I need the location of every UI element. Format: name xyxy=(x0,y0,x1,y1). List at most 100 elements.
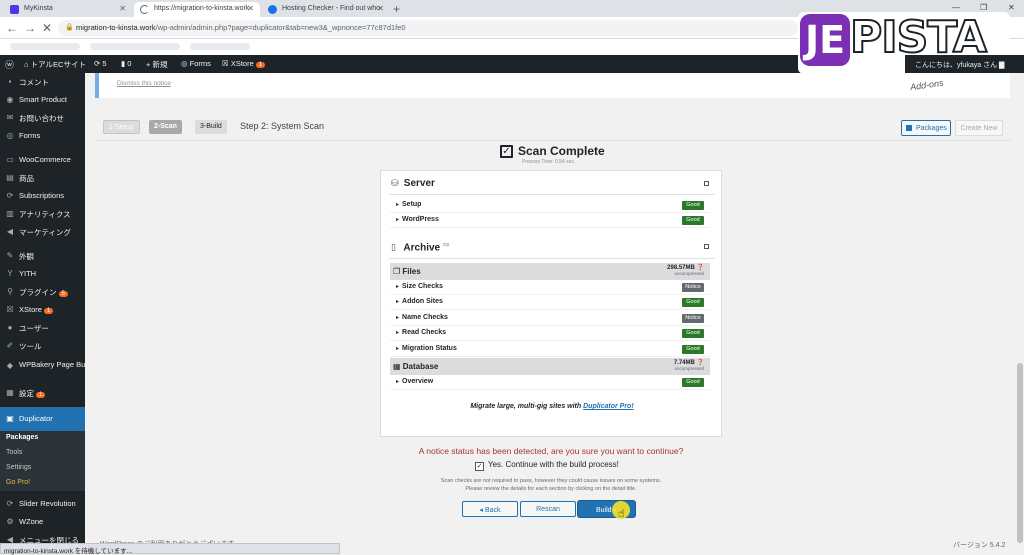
url-field[interactable]: 🔒 migration-to-kinsta.work/wp-admin/admi… xyxy=(58,20,798,36)
scan-row-overview[interactable]: Overview Good xyxy=(390,375,710,390)
sidebar-item-label: Smart Product xyxy=(19,95,67,104)
scan-row-addon-sites[interactable]: Addon Sites Good xyxy=(390,295,710,310)
submenu-tools[interactable]: Tools xyxy=(6,449,22,456)
wordpress-logo-icon[interactable]: ⓦ xyxy=(5,58,14,71)
bookmark-item[interactable] xyxy=(90,43,180,50)
packages-label: Packages xyxy=(916,125,947,132)
sidebar-item-tools[interactable]: ✐ ツール xyxy=(0,337,85,355)
new-content-link[interactable]: + 新規 xyxy=(146,59,167,70)
updates-link[interactable]: ⟳ 5 xyxy=(94,59,107,68)
bookmark-item[interactable] xyxy=(190,43,250,50)
back-arrow-icon[interactable]: ← xyxy=(6,21,18,35)
back-button[interactable]: ◂ Back xyxy=(462,501,518,517)
sidebar-item-appearance[interactable]: ✎ 外観 xyxy=(0,247,85,265)
sidebar-item-settings[interactable]: ▦ 設定 1 xyxy=(0,384,85,402)
sidebar-item-wpbakery[interactable]: ◆ WPBakery Page Builder xyxy=(0,357,100,384)
sidebar-item-contact[interactable]: ✉ お問い合わせ xyxy=(0,109,85,127)
status-badge: Good xyxy=(682,345,704,354)
close-tab-icon[interactable]: ✕ xyxy=(119,4,126,13)
server-title-label: Server xyxy=(403,178,435,189)
tab-mykinsta[interactable]: MyKinsta ✕ xyxy=(4,2,132,17)
submenu-packages[interactable]: Packages xyxy=(6,434,38,441)
scrollbar-thumb[interactable] xyxy=(1017,363,1023,543)
archive-section-title[interactable]: ▯ Archive zip xyxy=(391,242,449,253)
row-label: Size Checks xyxy=(396,283,443,290)
sidebar-item-label: WPBakery Page Builder xyxy=(19,360,100,369)
hosting-checker-favicon-icon xyxy=(268,5,277,14)
submenu-settings[interactable]: Settings xyxy=(6,464,31,471)
row-label: Name Checks xyxy=(396,314,448,321)
scan-row-wordpress[interactable]: WordPress Good xyxy=(390,213,710,228)
divider xyxy=(95,140,1010,141)
sidebar-item-xstore[interactable]: ☒ XStore 1 xyxy=(0,301,85,319)
scan-row-size-checks[interactable]: Size Checks Notice xyxy=(390,280,710,295)
tab-hosting-checker[interactable]: Hosting Checker - Find out who ✕ xyxy=(262,2,390,17)
sidebar-item-forms[interactable]: ◎ Forms xyxy=(0,127,85,145)
rescan-button[interactable]: Rescan xyxy=(520,501,576,517)
dismiss-notice-link[interactable]: Dismiss this notice xyxy=(117,80,171,87)
url-path: /wp-admin/admin.php?page=duplicator&tab=… xyxy=(155,23,406,32)
scan-row-migration-status[interactable]: Migration Status Good xyxy=(390,342,710,357)
sidebar-item-label: WooCommerce xyxy=(19,155,71,164)
server-section-title[interactable]: ⛁ Server xyxy=(391,178,435,189)
create-new-button[interactable]: Create New xyxy=(955,120,1003,136)
sidebar-item-analytics[interactable]: ▥ アナリティクス xyxy=(0,205,85,223)
forms-link[interactable]: ◎ Forms xyxy=(181,59,211,68)
sidebar-item-woocommerce[interactable]: ▭ WooCommerce xyxy=(0,151,85,169)
sidebar-item-users[interactable]: ● ユーザー xyxy=(0,319,85,337)
collapse-server-icon[interactable] xyxy=(704,181,709,186)
xstore-label: XStore xyxy=(230,59,254,68)
sidebar-item-marketing[interactable]: ◀ マーケティング xyxy=(0,223,85,241)
process-time: Process Time: 0.54 sec. xyxy=(522,159,576,165)
sidebar-item-products[interactable]: ▤ 商品 xyxy=(0,169,85,187)
status-badge: Notice xyxy=(682,314,704,323)
page-scrollbar[interactable] xyxy=(1016,73,1024,554)
sidebar-item-subscriptions[interactable]: ⟳ Subscriptions xyxy=(0,187,85,205)
duplicator-icon: ▣ xyxy=(6,414,14,423)
new-tab-button[interactable]: + xyxy=(393,2,400,16)
files-size: 298.57MB ❓ uncompressed xyxy=(667,265,704,277)
xstore-icon: ☒ xyxy=(6,305,14,314)
confirm-checkbox[interactable]: ✓ xyxy=(475,462,484,471)
scan-row-setup[interactable]: Setup Good xyxy=(390,198,710,213)
sidebar-item-label: ユーザー xyxy=(19,324,49,333)
collapse-archive-icon[interactable] xyxy=(704,244,709,249)
restore-icon[interactable]: ❐ xyxy=(980,3,987,12)
scan-row-name-checks[interactable]: Name Checks Notice xyxy=(390,311,710,326)
close-tab-icon[interactable]: ✕ xyxy=(377,4,384,13)
sidebar-item-plugins[interactable]: ⚲ プラグイン 5 xyxy=(0,283,85,301)
sidebar-item-comments[interactable]: ▪ コメント xyxy=(0,73,85,91)
bookmark-item[interactable] xyxy=(10,43,80,50)
duplicator-submenu: Packages Tools Settings Go Pro! xyxy=(0,431,85,491)
continue-confirm[interactable]: ✓ Yes. Continue with the build process! xyxy=(475,460,619,471)
sidebar-item-wzone[interactable]: ⚙ WZone xyxy=(0,513,85,531)
sidebar-item-duplicator[interactable]: ▣ Duplicator xyxy=(0,407,85,431)
status-badge: Good xyxy=(682,298,704,307)
user-greeting[interactable]: こんにちは、yfukaya さん ▇ xyxy=(905,55,1015,73)
home-icon: ⌂ xyxy=(24,60,31,69)
brush-icon: ✎ xyxy=(6,251,14,260)
tab-label: https://migration-to-kinsta.work xyxy=(154,5,250,12)
plugin-icon: ⚲ xyxy=(7,287,13,296)
duplicator-pro-link[interactable]: Duplicator Pro! xyxy=(583,403,634,410)
stop-loading-icon[interactable]: ✕ xyxy=(42,21,52,35)
files-icon: ❐ xyxy=(393,267,403,276)
tab-migration[interactable]: https://migration-to-kinsta.work ✕ xyxy=(134,2,260,17)
sidebar-item-yith[interactable]: Y YITH xyxy=(0,265,85,283)
comments-link[interactable]: ▮ 0 xyxy=(121,59,131,68)
xstore-link[interactable]: ☒ XStore 1 xyxy=(222,59,266,68)
minimize-icon[interactable]: — xyxy=(952,3,960,12)
sidebar-item-slider-revolution[interactable]: ⟳ Slider Revolution xyxy=(0,495,85,513)
packages-button[interactable]: Packages xyxy=(901,120,951,136)
close-window-icon[interactable]: ✕ xyxy=(1008,3,1015,12)
sidebar-item-label: プラグイン xyxy=(19,288,57,297)
status-badge: Good xyxy=(682,201,704,210)
sidebar-item-smart-product[interactable]: ◉ Smart Product xyxy=(0,91,85,109)
close-tab-icon[interactable]: ✕ xyxy=(247,4,254,13)
site-name-link[interactable]: ⌂ トアルECサイト xyxy=(24,59,86,70)
sidebar-item-label: Subscriptions xyxy=(19,191,65,200)
scan-row-read-checks[interactable]: Read Checks Good xyxy=(390,326,710,341)
submenu-go-pro[interactable]: Go Pro! xyxy=(6,479,30,486)
forward-arrow-icon[interactable]: → xyxy=(24,21,36,35)
database-size-note: uncompressed xyxy=(674,366,704,371)
